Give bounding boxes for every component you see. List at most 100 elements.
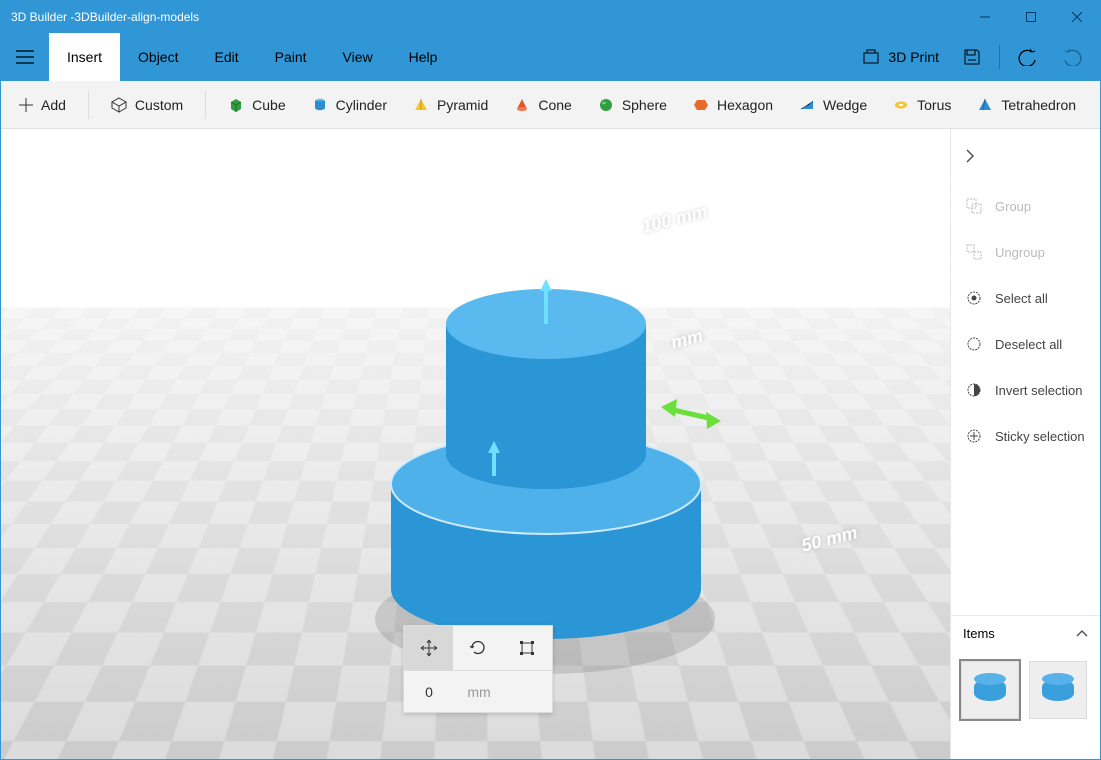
cylinder-thumb-icon — [1042, 679, 1074, 701]
cube-outline-icon — [111, 97, 127, 113]
pyramid-icon — [413, 97, 429, 113]
cylinder-icon — [312, 97, 328, 113]
minimize-button[interactable] — [962, 1, 1008, 33]
chevron-up-icon — [1076, 628, 1088, 640]
shape-wedge[interactable]: Wedge — [793, 93, 873, 117]
insert-ribbon: Add Custom Cube Cylinder Pyramid Cone Sp… — [1, 81, 1100, 129]
print-label: 3D Print — [888, 49, 939, 65]
shape-label: Cube — [252, 97, 285, 113]
title-bar: 3D Builder -3DBuilder-align-models — [1, 1, 1100, 33]
add-button[interactable]: Add — [13, 93, 72, 117]
sticky-selection-label: Sticky selection — [995, 429, 1085, 444]
cube-icon — [228, 97, 244, 113]
shape-tetrahedron[interactable]: Tetrahedron — [971, 93, 1082, 117]
tab-label: View — [343, 49, 373, 65]
shape-pyramid[interactable]: Pyramid — [407, 93, 494, 117]
maximize-button[interactable] — [1008, 1, 1054, 33]
items-header-label: Items — [963, 626, 995, 641]
3d-viewport[interactable]: 100 mm mm 50 mm 0 mm — [1, 129, 950, 759]
custom-button[interactable]: Custom — [105, 93, 189, 117]
deselect-all-label: Deselect all — [995, 337, 1062, 352]
shape-sphere[interactable]: Sphere — [592, 93, 673, 117]
hamburger-button[interactable] — [1, 33, 49, 81]
wedge-icon — [799, 97, 815, 113]
scale-mode-button[interactable] — [503, 626, 552, 670]
hamburger-icon — [16, 50, 34, 64]
maximize-icon — [1026, 12, 1036, 22]
sphere-icon — [598, 97, 614, 113]
tab-label: Paint — [275, 49, 307, 65]
redo-button[interactable] — [1052, 33, 1092, 81]
move-icon — [420, 639, 438, 657]
tab-object[interactable]: Object — [120, 33, 196, 81]
deselect-all-icon — [965, 335, 983, 353]
group-label: Group — [995, 199, 1031, 214]
shape-label: Hexagon — [717, 97, 773, 113]
items-list — [951, 651, 1100, 759]
separator — [205, 91, 206, 119]
invert-selection-label: Invert selection — [995, 383, 1082, 398]
shape-cone[interactable]: Cone — [508, 93, 577, 117]
undo-icon — [1018, 48, 1038, 66]
side-panel: Group Ungroup Select all Deselect all In… — [950, 129, 1100, 759]
print-3d-icon — [862, 48, 880, 66]
group-icon — [965, 197, 983, 215]
ungroup-label: Ungroup — [995, 245, 1045, 260]
item-thumbnail[interactable] — [961, 661, 1019, 719]
window-controls — [962, 1, 1100, 33]
save-icon — [963, 48, 981, 66]
tab-help[interactable]: Help — [391, 33, 456, 81]
rotate-icon — [469, 639, 487, 657]
tab-paint[interactable]: Paint — [257, 33, 325, 81]
shape-label: Pyramid — [437, 97, 488, 113]
tab-insert[interactable]: Insert — [49, 33, 120, 81]
custom-label: Custom — [135, 97, 183, 113]
tab-label: Insert — [67, 49, 102, 65]
tab-view[interactable]: View — [325, 33, 391, 81]
tab-edit[interactable]: Edit — [196, 33, 256, 81]
rotate-mode-button[interactable] — [453, 626, 502, 670]
items-header[interactable]: Items — [951, 615, 1100, 651]
invert-selection-icon — [965, 381, 983, 399]
add-label: Add — [41, 97, 66, 113]
transform-value[interactable]: 0 — [404, 684, 454, 700]
expand-panel-button[interactable] — [951, 141, 1100, 171]
deselect-all-button[interactable]: Deselect all — [951, 321, 1100, 367]
close-icon — [1072, 12, 1082, 22]
shape-label: Cone — [538, 97, 571, 113]
tab-label: Help — [409, 49, 438, 65]
tab-label: Object — [138, 49, 178, 65]
divider — [999, 45, 1000, 69]
select-all-icon — [965, 289, 983, 307]
shape-label: Tetrahedron — [1001, 97, 1076, 113]
scale-icon — [518, 639, 536, 657]
shape-cylinder[interactable]: Cylinder — [306, 93, 393, 117]
shape-torus[interactable]: Torus — [887, 93, 957, 117]
group-button[interactable]: Group — [951, 183, 1100, 229]
ungroup-button[interactable]: Ungroup — [951, 229, 1100, 275]
menu-bar: Insert Object Edit Paint View Help 3D Pr… — [1, 33, 1100, 81]
shape-hexagon[interactable]: Hexagon — [687, 93, 779, 117]
save-button[interactable] — [953, 33, 991, 81]
torus-icon — [893, 97, 909, 113]
undo-button[interactable] — [1008, 33, 1048, 81]
close-button[interactable] — [1054, 1, 1100, 33]
window-title: 3D Builder -3DBuilder-align-models — [1, 10, 962, 24]
sticky-selection-icon — [965, 427, 983, 445]
select-all-button[interactable]: Select all — [951, 275, 1100, 321]
print-3d-button[interactable]: 3D Print — [852, 33, 949, 81]
tab-label: Edit — [214, 49, 238, 65]
cone-icon — [514, 97, 530, 113]
shape-cube[interactable]: Cube — [222, 93, 291, 117]
transform-toolbox: 0 mm — [403, 625, 553, 713]
sticky-selection-button[interactable]: Sticky selection — [951, 413, 1100, 459]
item-thumbnail[interactable] — [1029, 661, 1087, 719]
tetrahedron-icon — [977, 97, 993, 113]
cylinder-thumb-icon — [974, 679, 1006, 701]
redo-icon — [1062, 48, 1082, 66]
shape-label: Cylinder — [336, 97, 387, 113]
hexagon-icon — [693, 97, 709, 113]
transform-unit: mm — [454, 684, 504, 700]
invert-selection-button[interactable]: Invert selection — [951, 367, 1100, 413]
move-mode-button[interactable] — [404, 626, 453, 670]
